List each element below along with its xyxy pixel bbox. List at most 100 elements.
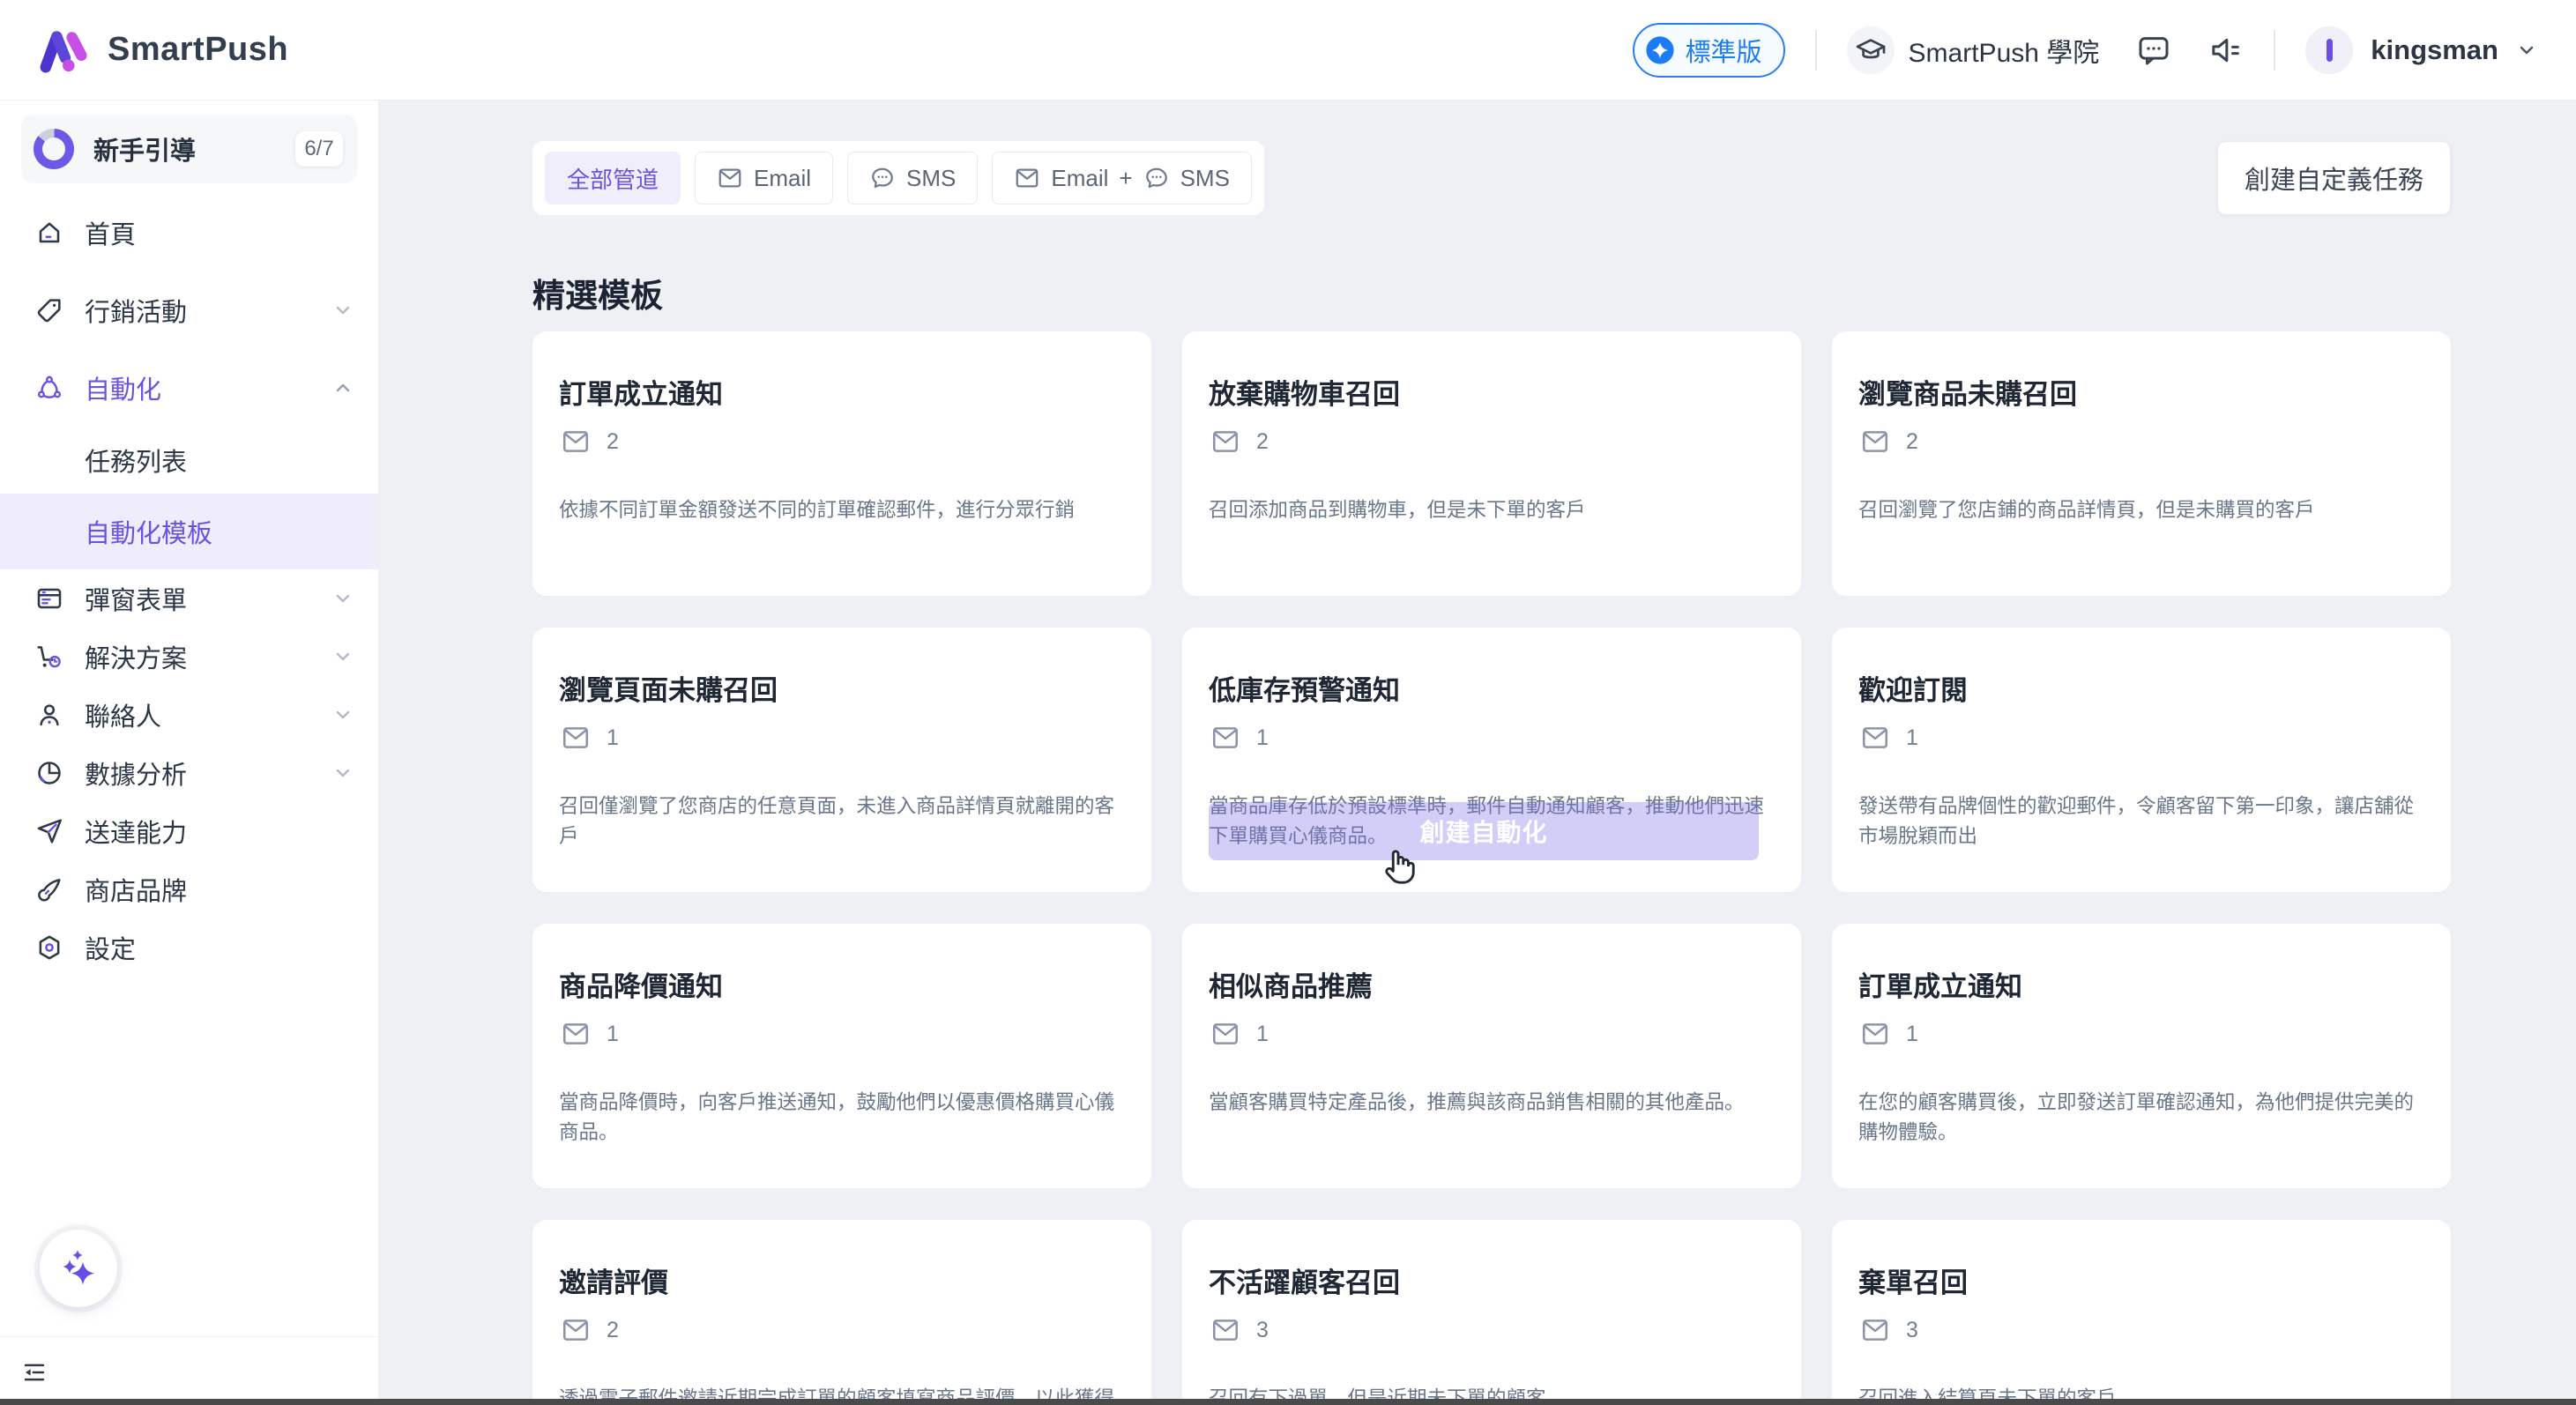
sidebar-item-label: 首頁 [85,214,136,251]
chevron-down-icon [332,300,354,321]
email-count: 1 [1256,725,1269,751]
chevron-down-icon [332,762,354,784]
sms-bubble-icon [869,165,896,191]
horizontal-scrollbar[interactable] [0,1399,2576,1405]
template-card-checkout-abandonment[interactable]: 棄單召回 3 召回進入結算頁未下單的客戶 [1832,1220,2451,1405]
mail-icon [1209,427,1242,457]
sidebar-item-settings[interactable]: 設定 [0,918,378,977]
paper-plane-icon [35,817,63,845]
template-card-welcome-subscribe[interactable]: 歡迎訂閱 1 發送帶有品牌個性的歡迎郵件，令顧客留下第一印象，讓店舖從市場脫穎而… [1832,628,2451,892]
card-channel-row: 1 [1858,723,2424,753]
template-card-order-confirmation-2[interactable]: 訂單成立通知 1 在您的顧客購買後，立即發送訂單確認通知，為他們提供完美的購物體… [1832,924,2451,1188]
template-card-grid: 訂單成立通知 2 依據不同訂單金額發送不同的訂單確認郵件，進行分眾行銷 放棄購物… [532,331,2576,1405]
template-card-low-stock-alert[interactable]: 低庫存預警通知 1 當商品庫存低於預設標準時，郵件自動通知顧客，推動他們迅速下單… [1182,628,1801,892]
onboarding-card[interactable]: 新手引導 6/7 [21,115,357,183]
card-channel-row: 2 [1858,427,2424,457]
user-menu[interactable]: kingsman [2305,26,2537,74]
filter-tab-sms[interactable]: SMS [847,152,978,204]
template-card-inactive-customer-recall[interactable]: 不活躍顧客召回 3 召回有下過單，但是近期未下單的顧客 [1182,1220,1801,1405]
home-icon [35,219,63,247]
onboarding-label: 新手引導 [93,130,295,167]
filter-tab-label: 全部管道 [567,162,659,195]
sms-bubble-icon [1143,165,1170,191]
sidebar-item-deliverability[interactable]: 送達能力 [0,802,378,860]
filter-tab-email-sms[interactable]: Email + SMS [992,152,1252,204]
sidebar-item-label: 行銷活動 [85,292,187,329]
template-card-price-drop[interactable]: 商品降價通知 1 當商品降價時，向客戶推送通知，鼓勵他們以優惠價格購買心儀商品。 [532,924,1151,1188]
email-count: 1 [1906,1022,1918,1047]
avatar [2305,26,2353,74]
sidebar-item-contacts[interactable]: 聯絡人 [0,686,378,744]
plan-star-icon [1645,35,1675,65]
card-title: 不活躍顧客召回 [1209,1266,1775,1301]
header-divider-2 [2274,30,2275,71]
card-description: 召回添加商品到購物車，但是未下單的客戶 [1209,495,1775,525]
card-channel-row: 2 [1209,427,1775,457]
sidebar-item-label: 設定 [85,929,136,966]
sidebar-item-label: 任務列表 [85,442,187,479]
create-custom-task-button[interactable]: 創建自定義任務 [2217,141,2451,215]
top-header: SmartPush 標準版 SmartPush 學院 [0,0,2576,100]
sidebar-item-label: 解決方案 [85,638,187,675]
sidebar-item-analytics[interactable]: 數據分析 [0,744,378,802]
header-divider [1815,30,1817,71]
ai-assistant-button[interactable] [40,1230,117,1307]
filter-tab-label: SMS [906,165,956,192]
automation-icon [35,374,63,402]
template-card-similar-products[interactable]: 相似商品推薦 1 當顧客購買特定產品後，推薦與該商品銷售相關的其他產品。 [1182,924,1801,1188]
onboarding-progress-ring [34,129,74,169]
filter-tab-email[interactable]: Email [695,152,833,204]
template-card-browse-product-recall[interactable]: 瀏覽商品未購召回 2 召回瀏覽了您店鋪的商品詳情頁，但是未購買的客戶 [1832,331,2451,596]
template-card-order-confirmation[interactable]: 訂單成立通知 2 依據不同訂單金額發送不同的訂單確認郵件，進行分眾行銷 [532,331,1151,596]
sidebar-item-store-brand[interactable]: 商店品牌 [0,860,378,918]
academy-icon-bg [1847,26,1895,74]
card-title: 歡迎訂閱 [1858,673,2424,709]
email-count: 1 [607,1022,619,1047]
sidebar-item-home[interactable]: 首頁 [0,194,378,271]
sidebar-item-task-list[interactable]: 任務列表 [0,427,378,494]
onboarding-progress-count: 6/7 [295,131,343,167]
cart-clock-icon [35,643,63,671]
mail-icon [1014,165,1040,191]
sidebar-item-popup-forms[interactable]: 彈窗表單 [0,569,378,628]
email-count: 1 [607,725,619,751]
card-description: 當商品降價時，向客戶推送通知，鼓勵他們以優惠價格購買心儀商品。 [559,1088,1125,1148]
card-channel-row: 2 [559,1315,1125,1345]
card-description: 在您的顧客購買後，立即發送訂單確認通知，為他們提供完美的購物體驗。 [1858,1088,2424,1148]
create-automation-label: 創建自動化 [1419,814,1547,849]
card-description: 召回瀏覽了您店鋪的商品詳情頁，但是未購買的客戶 [1858,495,2424,525]
brand-logo[interactable]: SmartPush [39,27,288,73]
card-channel-row: 2 [559,427,1125,457]
template-card-review-invitation[interactable]: 邀請評價 2 透過電子郵件邀請近期完成訂單的顧客填寫商品評價，以此獲得 [532,1220,1151,1405]
create-automation-hover-button[interactable]: 創建自動化 [1209,802,1759,860]
mail-icon [559,1019,592,1049]
announcement-icon[interactable] [2208,33,2244,68]
smartpush-logo-icon [39,27,90,73]
sidebar-item-label: 送達能力 [85,813,187,850]
template-card-abandoned-cart[interactable]: 放棄購物車召回 2 召回添加商品到購物車，但是未下單的客戶 [1182,331,1801,596]
sidebar: 新手引導 6/7 首頁 行銷活動 自動化 任務列表 自動化模板 [0,100,379,1405]
section-title: 精選模板 [532,277,2576,316]
sidebar-item-automation-templates[interactable]: 自動化模板 [0,494,378,569]
plan-badge[interactable]: 標準版 [1633,23,1785,78]
channel-filter-bar: 全部管道 Email SMS Email + SMS [532,141,1264,215]
card-channel-row: 1 [1858,1019,2424,1049]
email-count: 2 [1906,429,1918,455]
sidebar-item-campaigns[interactable]: 行銷活動 [0,271,378,349]
graduation-cap-icon [1855,34,1887,66]
card-channel-row: 3 [1858,1315,2424,1345]
sidebar-item-solutions[interactable]: 解決方案 [0,628,378,686]
card-title: 邀請評價 [559,1266,1125,1301]
sidebar-item-label: 自動化 [85,369,161,406]
paintbrush-icon [35,875,63,903]
sidebar-footer-divider [0,1336,378,1337]
mail-icon [1209,723,1242,753]
academy-link[interactable]: SmartPush 學院 [1847,26,2100,74]
filter-tab-all-channels[interactable]: 全部管道 [545,152,681,204]
collapse-sidebar-icon[interactable] [21,1359,48,1386]
template-card-browse-page-recall[interactable]: 瀏覽頁面未購召回 1 召回僅瀏覽了您商店的任意頁面，未進入商品詳情頁就離開的客戶 [532,628,1151,892]
feedback-icon[interactable] [2136,33,2171,68]
sidebar-item-automation[interactable]: 自動化 [0,349,378,427]
mail-icon [1858,1019,1892,1049]
mail-icon [1858,1315,1892,1345]
